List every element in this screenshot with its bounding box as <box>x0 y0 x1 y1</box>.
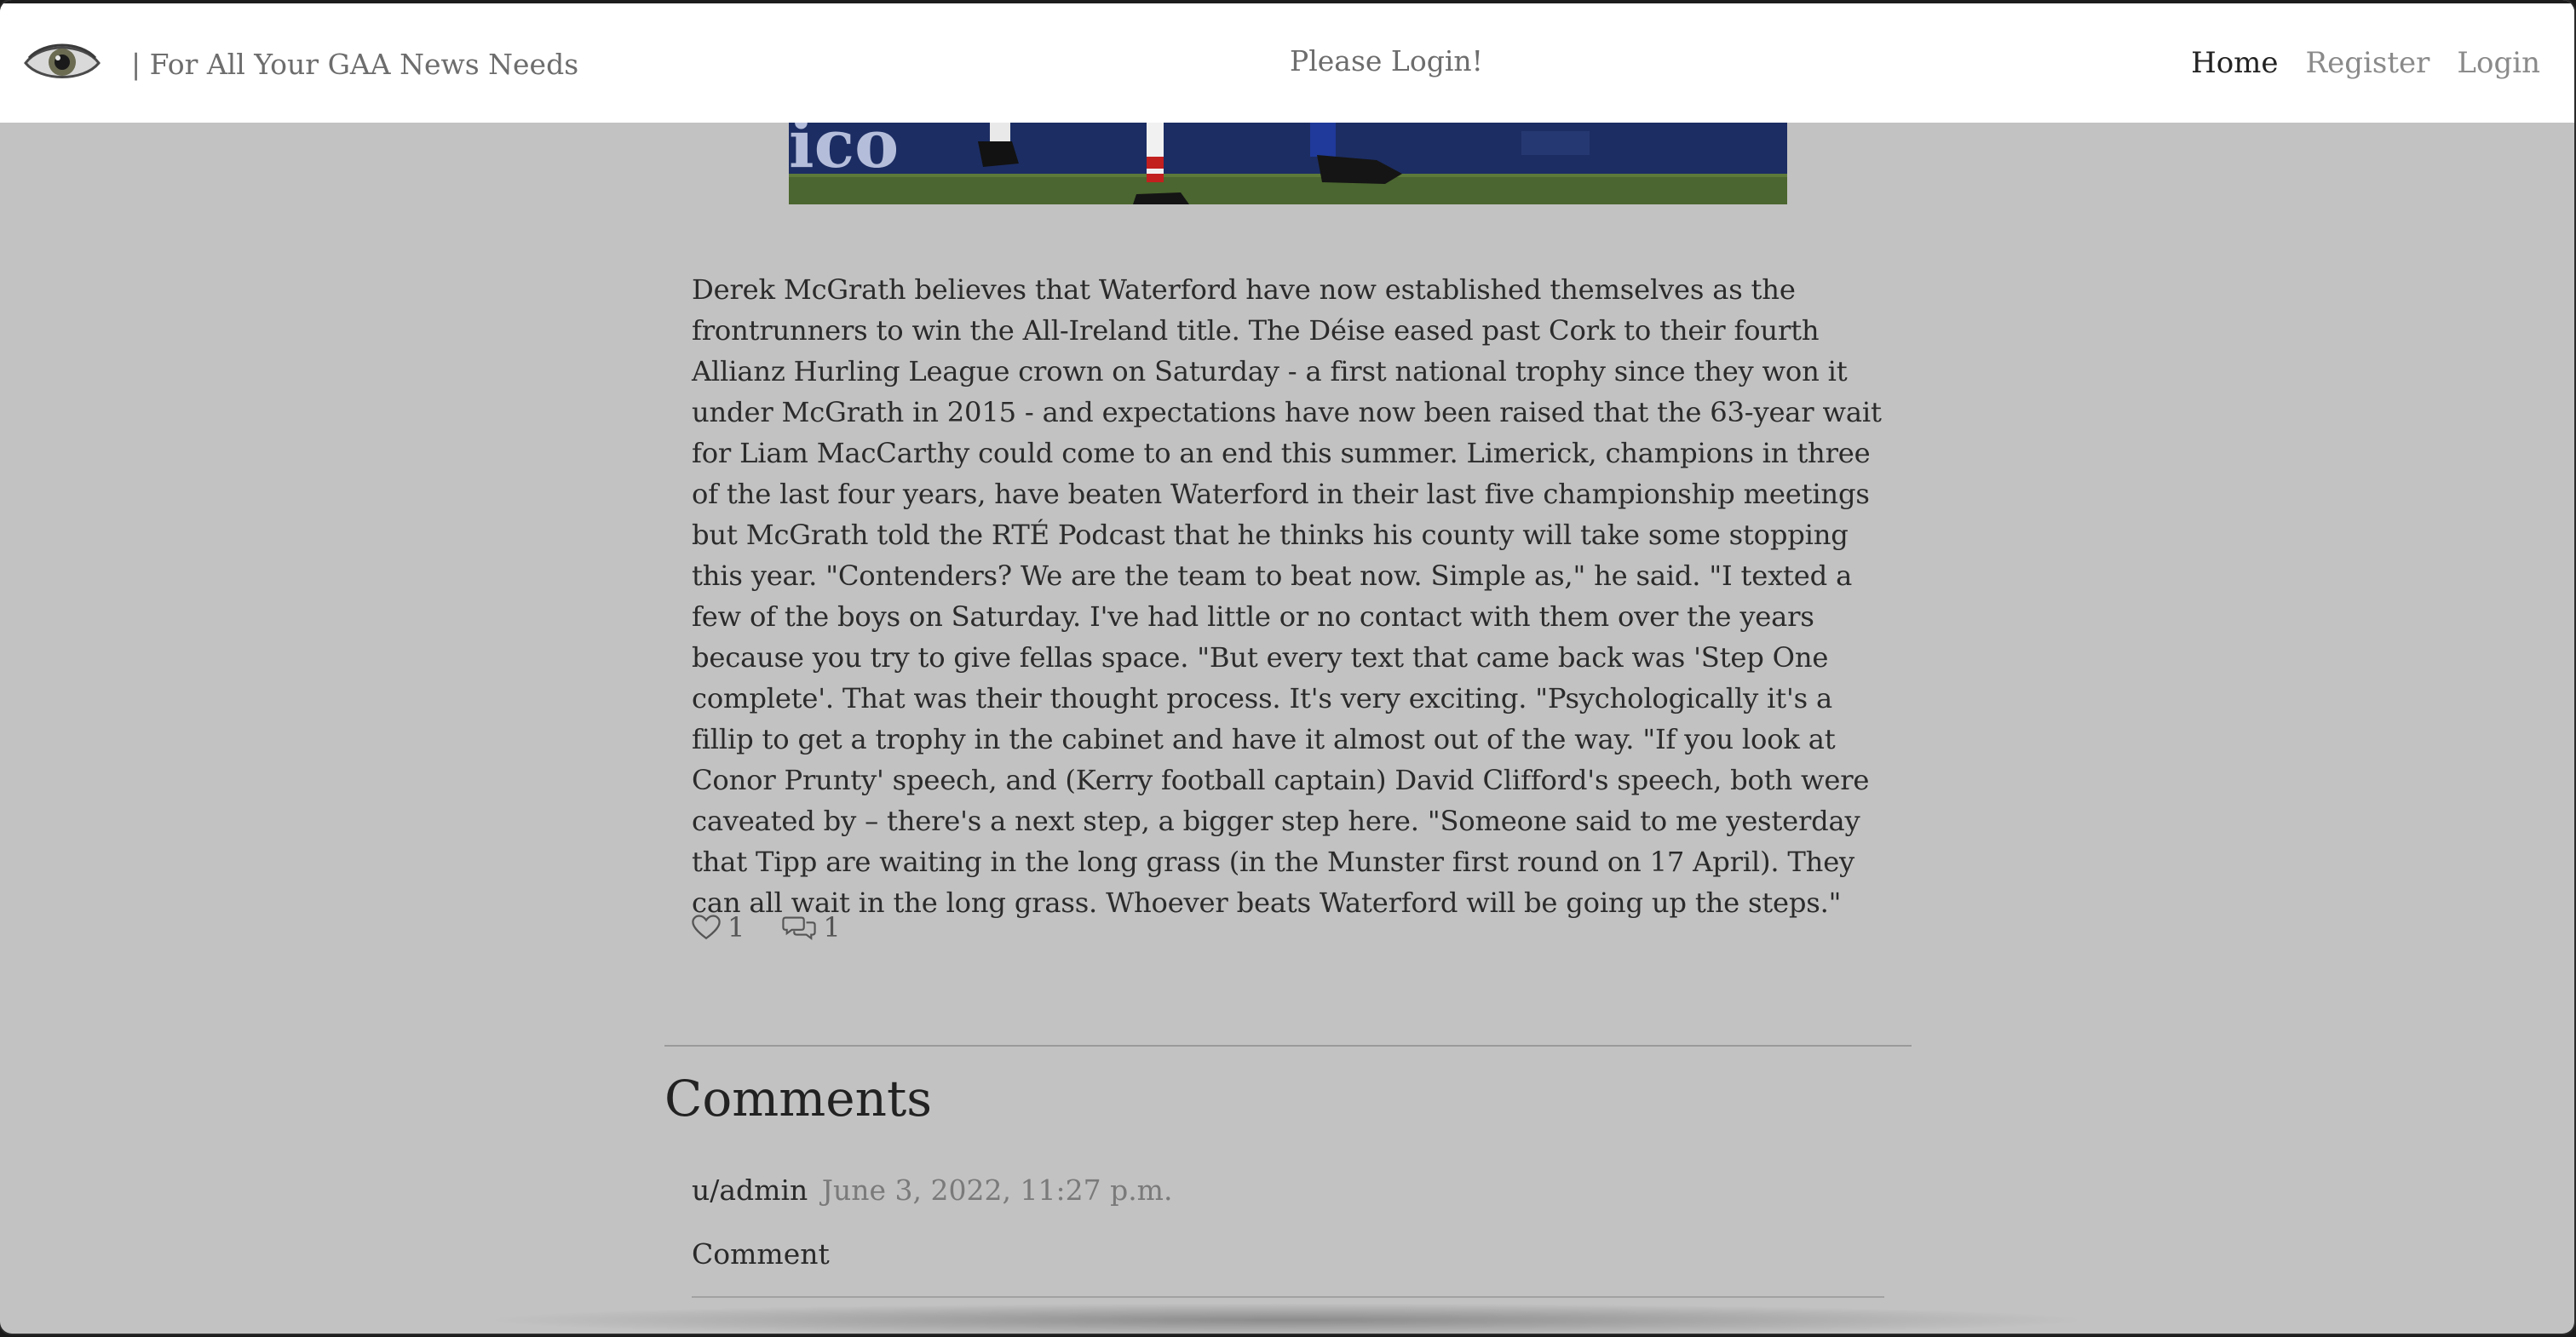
comment-text: Comment <box>692 1237 830 1271</box>
svg-text:ico: ico <box>789 123 899 183</box>
comment-header: u/admin June 3, 2022, 11:27 p.m. <box>692 1173 1884 1207</box>
comment-date: June 3, 2022, 11:27 p.m. <box>821 1173 1173 1207</box>
comments-heading: Comments <box>664 1070 933 1128</box>
login-notice: Please Login! <box>1290 44 1483 77</box>
comment-count: 1 <box>823 911 841 944</box>
heart-icon <box>692 915 721 940</box>
nav-register-link[interactable]: Register <box>2306 46 2430 80</box>
like-button[interactable]: 1 <box>692 911 745 944</box>
site-tagline: | For All Your GAA News Needs <box>131 48 579 81</box>
article-image: ico <box>789 123 1787 204</box>
navbar: | For All Your GAA News Needs Please Log… <box>0 3 2574 123</box>
nav-home-link[interactable]: Home <box>2191 46 2278 80</box>
nav-login-link[interactable]: Login <box>2457 46 2540 80</box>
comment-count-button[interactable]: 1 <box>782 911 841 944</box>
article-body: Derek McGrath believes that Waterford ha… <box>692 273 1882 919</box>
comment-divider <box>692 1296 1884 1298</box>
section-divider <box>664 1045 1912 1047</box>
comment-item: u/admin June 3, 2022, 11:27 p.m. Comment <box>692 1173 1884 1298</box>
browser-viewport: | For All Your GAA News Needs Please Log… <box>0 0 2574 1334</box>
window-top-edge <box>0 0 2574 3</box>
like-count: 1 <box>727 911 745 944</box>
eye-icon[interactable] <box>24 39 101 87</box>
comment-author[interactable]: u/admin <box>692 1173 808 1207</box>
article-meta: 1 1 <box>692 911 841 944</box>
comment-icon <box>782 916 817 940</box>
bottom-shadow <box>477 1303 2096 1334</box>
nav-links: Home Register Login <box>2191 46 2540 80</box>
